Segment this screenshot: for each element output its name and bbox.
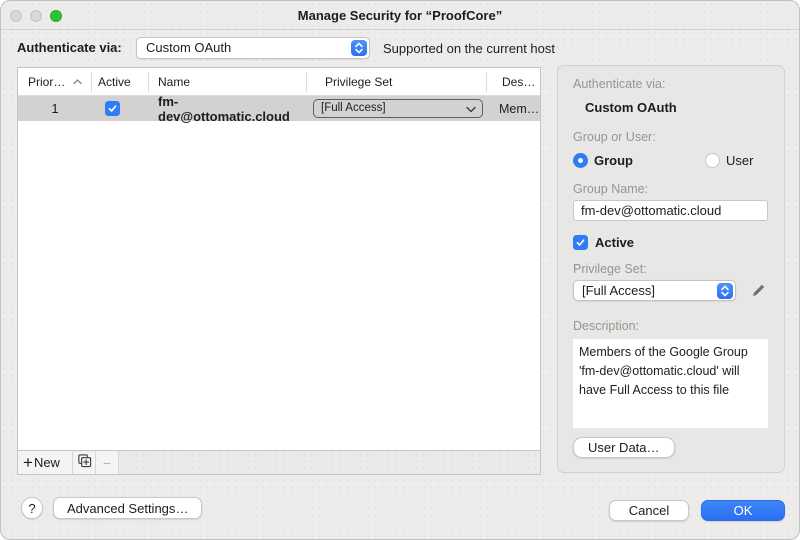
panel-active-label: Active	[595, 235, 635, 250]
minus-icon: −	[102, 454, 112, 471]
column-header-name-label: Name	[158, 74, 191, 89]
group-or-user-label: Group or User:	[573, 130, 656, 144]
group-radio-label: Group	[594, 153, 633, 168]
delete-account-button[interactable]: −	[96, 451, 119, 474]
accounts-table: Prior… Active Name Privilege Set Des… 1 …	[17, 67, 541, 475]
user-data-button[interactable]: User Data…	[573, 437, 675, 458]
traffic-lights	[10, 10, 62, 22]
privilege-set-select[interactable]: [Full Access]	[573, 280, 736, 301]
row-privilege-value: [Full Access]	[321, 102, 386, 114]
column-header-active-label: Active	[98, 74, 131, 89]
duplicate-icon	[77, 453, 92, 473]
group-or-user-radios: Group User	[573, 153, 768, 168]
privilege-stepper-icon	[717, 283, 733, 299]
description-label: Description:	[573, 319, 639, 333]
panel-active-checkbox[interactable]	[573, 235, 588, 250]
row-privilege-cell: [Full Access]	[307, 99, 487, 118]
column-header-priority-label: Prior…	[28, 74, 66, 89]
authenticate-via-label: Authenticate via:	[17, 40, 122, 55]
column-header-name[interactable]: Name	[149, 71, 307, 92]
group-name-label: Group Name:	[573, 182, 649, 196]
plus-icon: +	[23, 452, 33, 472]
column-header-description-label: Des…	[502, 74, 536, 89]
new-account-button[interactable]: + New	[18, 451, 73, 474]
host-support-note: Supported on the current host	[383, 41, 556, 56]
row-name: fm-dev@ottomatic.cloud	[158, 93, 290, 124]
authenticate-via-value: Custom OAuth	[146, 40, 232, 55]
list-toolbar: + New −	[18, 450, 540, 474]
privilege-set-label: Privilege Set:	[573, 262, 647, 276]
ok-button[interactable]: OK	[701, 500, 785, 521]
privilege-set-row: [Full Access]	[573, 280, 768, 301]
user-radio-label: User	[726, 153, 754, 168]
manage-security-dialog: Manage Security for “ProofCore” Authenti…	[0, 0, 800, 540]
toolbar-filler	[119, 451, 540, 474]
table-row[interactable]: 1 fm-dev@ottomatic.cloud [Full Access] M…	[18, 93, 540, 124]
table-header: Prior… Active Name Privilege Set Des…	[18, 68, 540, 96]
zoom-icon[interactable]	[50, 10, 62, 22]
privilege-set-value: [Full Access]	[582, 283, 655, 298]
minimize-icon[interactable]	[30, 10, 42, 22]
account-detail-panel: Authenticate via: Custom OAuth Group or …	[557, 65, 785, 473]
user-radio[interactable]	[705, 153, 720, 168]
column-header-priority[interactable]: Prior…	[18, 71, 92, 92]
authenticate-via-select[interactable]: Custom OAuth	[136, 37, 370, 59]
row-priority: 1	[51, 101, 59, 116]
panel-authenticate-label: Authenticate via:	[573, 77, 666, 91]
help-button[interactable]: ?	[21, 497, 43, 519]
active-checkbox[interactable]	[105, 101, 120, 116]
column-header-active[interactable]: Active	[92, 71, 149, 92]
row-privilege-select[interactable]: [Full Access]	[313, 99, 483, 118]
edit-privilege-set-button[interactable]	[750, 282, 767, 299]
active-row: Active	[573, 235, 768, 250]
group-name-input[interactable]	[573, 200, 768, 221]
chevron-down-icon	[466, 104, 476, 116]
panel-authenticate-value: Custom OAuth	[585, 100, 677, 115]
group-radio[interactable]	[573, 153, 588, 168]
titlebar: Manage Security for “ProofCore”	[1, 1, 799, 30]
row-description: Mem…	[499, 101, 540, 116]
stepper-icon	[351, 40, 367, 56]
column-header-privilege-set-label: Privilege Set	[325, 74, 393, 89]
sort-ascending-icon	[73, 78, 83, 85]
row-active-cell	[92, 101, 149, 116]
new-button-label: New	[33, 455, 60, 470]
duplicate-account-button[interactable]	[73, 451, 96, 474]
description-textarea[interactable]: Members of the Google Group 'fm-dev@otto…	[573, 339, 768, 428]
column-header-privilege-set[interactable]: Privilege Set	[307, 71, 487, 92]
advanced-settings-button[interactable]: Advanced Settings…	[53, 497, 203, 519]
authenticate-bar: Authenticate via: Custom OAuth Supported…	[1, 31, 799, 65]
cancel-button[interactable]: Cancel	[609, 500, 689, 521]
window-title: Manage Security for “ProofCore”	[297, 8, 503, 23]
close-icon[interactable]	[10, 10, 22, 22]
radio-dot	[578, 158, 583, 163]
column-header-description[interactable]: Des…	[487, 72, 540, 92]
